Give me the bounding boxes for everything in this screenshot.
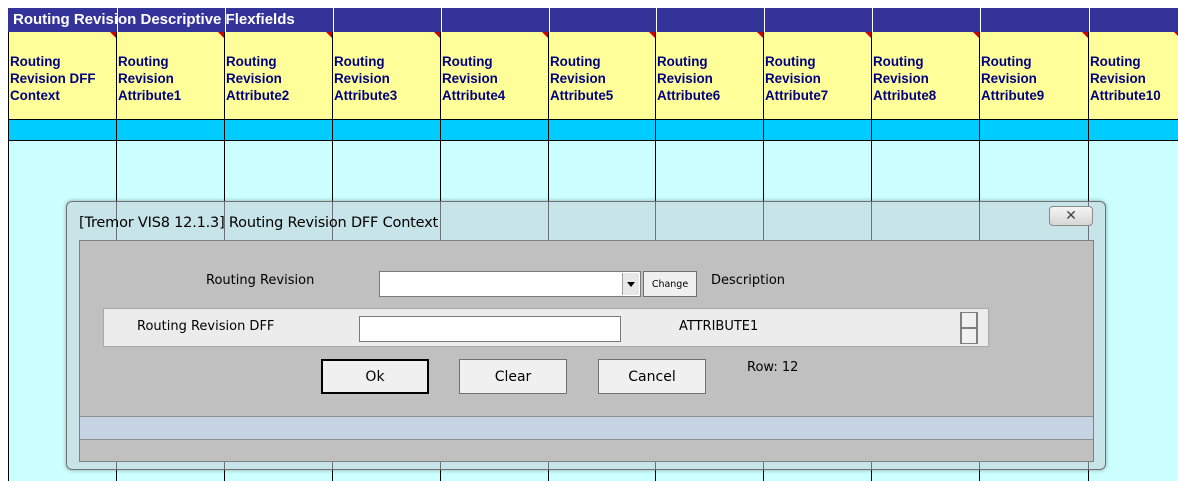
column-header-label: Routing Revision Attribute10 xyxy=(1090,53,1161,104)
title-grid-line xyxy=(441,8,442,32)
column-header-line: Revision xyxy=(657,71,713,86)
dff-context-dialog: [Tremor VIS8 12.1.3] Routing Revision DF… xyxy=(66,201,1106,470)
column-header-line: Revision xyxy=(981,71,1037,86)
column-header-line: Revision xyxy=(118,71,174,86)
title-grid-line xyxy=(656,8,657,32)
title-grid-line xyxy=(549,8,550,32)
column-header-line: Attribute4 xyxy=(442,88,506,103)
column-header[interactable]: Routing Revision Attribute5 xyxy=(548,32,655,119)
sheet-title: Routing Revision Descriptive Flexfields xyxy=(13,11,295,28)
column-header-label: Routing Revision Attribute9 xyxy=(981,53,1044,104)
dropdown-arrow-icon[interactable] xyxy=(622,273,639,295)
attribute-label: ATTRIBUTE1 xyxy=(679,319,759,334)
status-bar xyxy=(80,416,1093,440)
column-header-line: Routing xyxy=(118,54,169,69)
routing-revision-select[interactable] xyxy=(379,271,641,297)
column-header-line: Revision DFF xyxy=(10,71,96,86)
column-header-line: Attribute6 xyxy=(657,88,721,103)
column-header-line: Routing xyxy=(765,54,816,69)
column-header-line: Revision xyxy=(226,71,282,86)
column-header-line: Attribute5 xyxy=(550,88,614,103)
column-header[interactable]: Routing Revision Attribute10 xyxy=(1088,32,1178,119)
column-header-line: Routing xyxy=(442,54,493,69)
column-header-label: Routing Revision Attribute4 xyxy=(442,53,505,104)
column-header[interactable]: Routing Revision Attribute2 xyxy=(224,32,332,119)
dialog-body: Routing Revision Change Description Rout… xyxy=(79,240,1094,462)
column-header-label: Routing Revision DFF Context xyxy=(10,53,96,104)
column-header-line: Routing xyxy=(550,54,601,69)
title-grid-line xyxy=(1089,8,1090,32)
spin-down-icon[interactable] xyxy=(960,328,978,344)
title-grid-line xyxy=(872,8,873,32)
column-header-label: Routing Revision Attribute8 xyxy=(873,53,936,104)
dialog-title: [Tremor VIS8 12.1.3] Routing Revision DF… xyxy=(79,215,439,231)
dff-label: Routing Revision DFF xyxy=(137,319,275,334)
routing-revision-label: Routing Revision xyxy=(206,273,315,288)
attribute-spinner[interactable] xyxy=(960,312,978,344)
column-header-line: Attribute3 xyxy=(334,88,398,103)
column-header[interactable]: Routing Revision DFF Context xyxy=(8,32,116,119)
cancel-button[interactable]: Cancel xyxy=(598,359,706,394)
column-header[interactable]: Routing Revision Attribute1 xyxy=(116,32,224,119)
column-header-line: Revision xyxy=(1090,71,1146,86)
column-header[interactable]: Routing Revision Attribute3 xyxy=(332,32,440,119)
column-header-line: Attribute8 xyxy=(873,88,937,103)
column-header-line: Routing xyxy=(657,54,708,69)
close-button[interactable]: ✕ xyxy=(1049,206,1093,226)
column-header-line: Revision xyxy=(873,71,929,86)
column-header-line: Revision xyxy=(765,71,821,86)
column-header-label: Routing Revision Attribute6 xyxy=(657,53,720,104)
column-header-line: Routing xyxy=(226,54,277,69)
column-header-line: Revision xyxy=(442,71,498,86)
change-button[interactable]: Change xyxy=(643,271,697,297)
column-header[interactable]: Routing Revision Attribute7 xyxy=(763,32,871,119)
column-header-line: Attribute7 xyxy=(765,88,829,103)
column-header-line: Routing xyxy=(981,54,1032,69)
close-icon[interactable]: ✕ xyxy=(1065,208,1077,224)
grid-line xyxy=(8,119,9,481)
column-header-line: Attribute2 xyxy=(226,88,290,103)
title-grid-line xyxy=(117,8,118,32)
column-header-line: Revision xyxy=(334,71,390,86)
band-row xyxy=(8,119,1178,141)
title-grid-line xyxy=(225,8,226,32)
column-header-line: Routing xyxy=(10,54,61,69)
column-header-line: Context xyxy=(10,88,60,103)
row-indicator: Row: 12 xyxy=(747,360,799,375)
dff-input[interactable] xyxy=(359,316,621,342)
column-header-line: Attribute10 xyxy=(1090,88,1161,103)
ok-button[interactable]: Ok xyxy=(321,359,429,394)
title-grid-line xyxy=(980,8,981,32)
column-header-line: Routing xyxy=(873,54,924,69)
column-header-label: Routing Revision Attribute5 xyxy=(550,53,613,104)
column-header-line: Routing xyxy=(1090,54,1141,69)
column-header[interactable]: Routing Revision Attribute8 xyxy=(871,32,979,119)
column-header[interactable]: Routing Revision Attribute9 xyxy=(979,32,1088,119)
column-header[interactable]: Routing Revision Attribute4 xyxy=(440,32,548,119)
column-header-line: Attribute1 xyxy=(118,88,182,103)
column-header[interactable]: Routing Revision Attribute6 xyxy=(655,32,763,119)
column-header-line: Attribute9 xyxy=(981,88,1045,103)
column-header-label: Routing Revision Attribute2 xyxy=(226,53,289,104)
sheet-title-bar: Routing Revision Descriptive Flexfields xyxy=(8,8,1178,32)
description-label: Description xyxy=(711,273,786,288)
column-header-label: Routing Revision Attribute3 xyxy=(334,53,397,104)
title-grid-line xyxy=(764,8,765,32)
dff-row-panel: Routing Revision DFF ATTRIBUTE1 xyxy=(103,308,989,347)
comment-indicator-icon xyxy=(1174,32,1178,38)
title-grid-line xyxy=(333,8,334,32)
spin-up-icon[interactable] xyxy=(960,312,978,328)
column-header-line: Revision xyxy=(550,71,606,86)
column-header-label: Routing Revision Attribute1 xyxy=(118,53,181,104)
clear-button[interactable]: Clear xyxy=(459,359,567,394)
column-header-label: Routing Revision Attribute7 xyxy=(765,53,828,104)
column-header-line: Routing xyxy=(334,54,385,69)
